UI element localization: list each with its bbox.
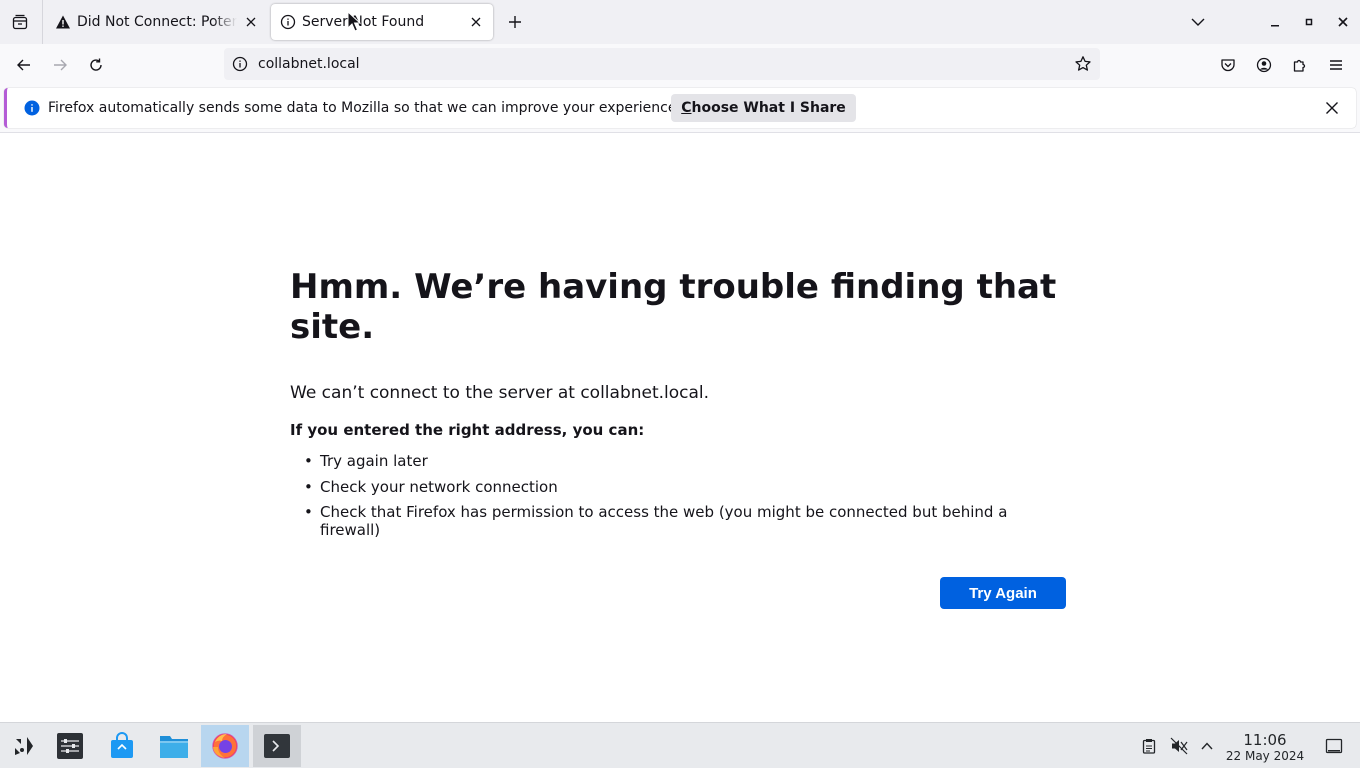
- access-key-letter: C: [681, 100, 692, 116]
- taskbar-terminal[interactable]: [253, 725, 301, 767]
- tab-server-not-found[interactable]: Server Not Found: [271, 4, 493, 40]
- notification-text: Firefox automatically sends some data to…: [48, 100, 681, 116]
- new-tab-button[interactable]: [503, 10, 527, 34]
- close-tab-icon[interactable]: [469, 15, 483, 29]
- close-icon[interactable]: [1324, 100, 1340, 116]
- system-tray-expand[interactable]: [1198, 737, 1216, 755]
- page-content: Hmm. We’re having trouble finding that s…: [0, 133, 1360, 722]
- list-item: Try again later: [290, 452, 1020, 470]
- clipboard-icon: [1142, 739, 1156, 754]
- application-launcher[interactable]: [0, 725, 48, 767]
- info-icon: [280, 14, 296, 30]
- tab-title: Did Not Connect: Potential Security Issu…: [77, 14, 237, 30]
- list-all-tabs-button[interactable]: [1186, 10, 1210, 34]
- tab-strip: Did Not Connect: Potential Security Issu…: [0, 0, 1360, 44]
- url-bar[interactable]: collabnet.local: [224, 48, 1100, 80]
- forward-button[interactable]: [48, 53, 72, 77]
- error-suggestions-heading: If you entered the right address, you ca…: [290, 421, 645, 439]
- site-info-icon[interactable]: [232, 56, 248, 72]
- info-icon: [24, 100, 40, 116]
- clock-time: 11:06: [1243, 731, 1287, 749]
- digital-clock[interactable]: 11:06 22 May 2024: [1222, 731, 1308, 764]
- pocket-icon: [1221, 59, 1235, 72]
- launcher-icon: [15, 737, 33, 755]
- extensions-button[interactable]: [1288, 53, 1312, 77]
- maximize-icon: [1305, 18, 1313, 26]
- firefox-view-button[interactable]: [8, 10, 32, 34]
- error-title: Hmm. We’re having trouble finding that s…: [290, 267, 1057, 347]
- notification-bar: Firefox automatically sends some data to…: [0, 86, 1360, 133]
- tab-title: Server Not Found: [302, 14, 425, 30]
- list-item: Check your network connection: [290, 478, 1020, 496]
- warning-icon: [56, 15, 70, 29]
- plus-icon: [509, 16, 521, 28]
- mouse-cursor-icon: [347, 11, 361, 32]
- taskbar-firefox[interactable]: [201, 725, 249, 767]
- terminal-icon: [264, 734, 290, 758]
- close-window-button[interactable]: [1333, 12, 1353, 32]
- account-icon: [1256, 57, 1272, 73]
- desktop-icon: [1325, 738, 1343, 754]
- chevron-down-icon: [1191, 18, 1205, 26]
- close-tab-icon[interactable]: [244, 15, 258, 29]
- arrow-right-icon: [54, 59, 67, 71]
- error-suggestions-list: Try again later Check your network conne…: [290, 452, 1020, 547]
- error-description: We can’t connect to the server at collab…: [290, 383, 710, 403]
- clock-date: 22 May 2024: [1225, 749, 1305, 763]
- volume-muted-icon: [1170, 737, 1188, 755]
- firefox-view-icon: [12, 14, 28, 30]
- reload-icon: [90, 58, 102, 71]
- button-label: hoose What I Share: [691, 100, 846, 116]
- tab-separator: [42, 0, 43, 44]
- navigation-toolbar: collabnet.local: [0, 44, 1360, 86]
- store-bag-icon: [111, 732, 133, 758]
- maximize-button[interactable]: [1299, 12, 1319, 32]
- pocket-button[interactable]: [1216, 53, 1240, 77]
- minimize-icon: [1271, 25, 1279, 27]
- volume-tray[interactable]: [1170, 737, 1188, 755]
- tab-did-not-connect[interactable]: Did Not Connect: Potential Security Issu…: [46, 4, 268, 40]
- taskbar-discover[interactable]: [98, 725, 146, 767]
- choose-what-i-share-button[interactable]: Choose What I Share: [671, 94, 856, 122]
- arrow-left-icon: [17, 59, 30, 71]
- taskbar: 11:06 22 May 2024: [0, 722, 1360, 768]
- minimize-button[interactable]: [1265, 12, 1285, 32]
- folder-icon: [160, 736, 188, 758]
- reload-button[interactable]: [84, 53, 108, 77]
- taskbar-file-manager[interactable]: [150, 725, 198, 767]
- settings-sliders-icon: [57, 733, 83, 759]
- notification-box: Firefox automatically sends some data to…: [4, 88, 1356, 128]
- account-button[interactable]: [1252, 53, 1276, 77]
- hamburger-menu-icon: [1330, 60, 1342, 70]
- firefox-icon: [212, 733, 238, 759]
- url-text[interactable]: collabnet.local: [258, 55, 360, 73]
- clipboard-tray[interactable]: [1140, 737, 1158, 755]
- bookmark-star-icon[interactable]: [1074, 55, 1092, 73]
- close-icon: [1338, 17, 1348, 27]
- taskbar-system-settings[interactable]: [46, 725, 94, 767]
- puzzle-icon: [1293, 59, 1306, 72]
- chevron-up-icon: [1201, 742, 1213, 750]
- back-button[interactable]: [12, 53, 36, 77]
- try-again-button[interactable]: Try Again: [940, 577, 1066, 609]
- app-menu-button[interactable]: [1324, 53, 1348, 77]
- show-desktop-button[interactable]: [1325, 737, 1343, 755]
- list-item: Check that Firefox has permission to acc…: [290, 503, 1020, 539]
